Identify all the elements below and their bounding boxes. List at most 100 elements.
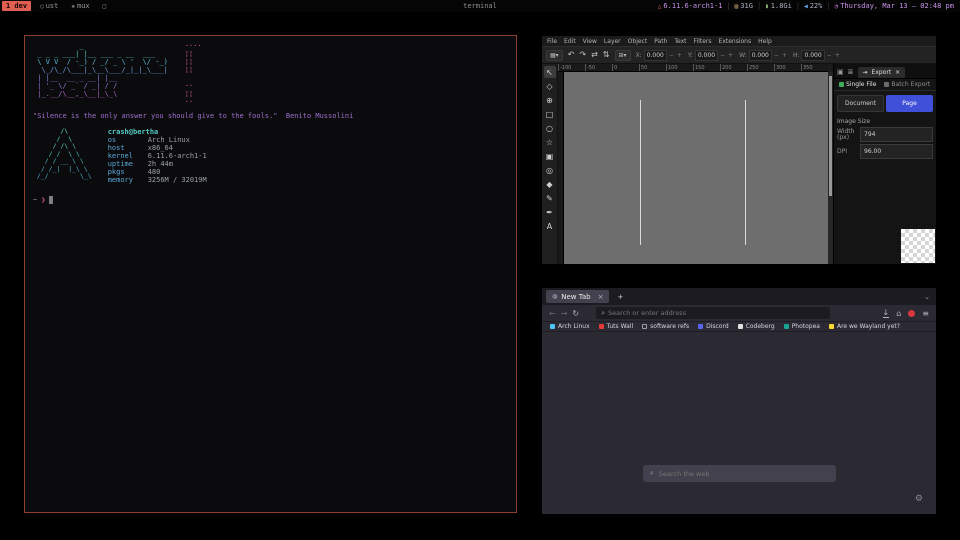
stepper-minus[interactable]: − (826, 52, 833, 59)
menu-layer[interactable]: Layer (604, 38, 621, 45)
export-panel: ▣ ≣ ⇥ Export × Single File Batch Export (833, 64, 936, 264)
bookmark-item[interactable]: Discord (698, 323, 729, 330)
menu-icon[interactable]: ≡ (922, 309, 929, 318)
scrollbar-thumb[interactable] (829, 76, 832, 196)
menu-view[interactable]: View (583, 38, 597, 45)
bookmark-item[interactable]: Tuts Wall (599, 323, 634, 330)
stepper-minus[interactable]: − (773, 52, 780, 59)
star-tool-icon[interactable]: ☆ (544, 136, 556, 148)
ruler-label: 350 (801, 64, 828, 71)
dpi-input[interactable] (860, 144, 933, 159)
new-tab-button[interactable]: + (617, 293, 623, 301)
stepper-plus[interactable]: + (727, 52, 734, 59)
page-button[interactable]: Page (886, 95, 933, 112)
bookmark-label: Discord (706, 323, 729, 330)
ruler-label: 300 (774, 64, 801, 71)
export-tab[interactable]: ⇥ Export × (858, 67, 906, 78)
terminal-window[interactable]: _ ···· _ _ _ ___| |__ ___ _ __ ___ ¦¦ \ … (24, 35, 517, 513)
export-tab-label: Export (872, 69, 892, 76)
batch-export-tab[interactable]: Batch Export (881, 80, 933, 89)
rectangle-tool-icon[interactable]: □ (544, 108, 556, 120)
browser-tab-bar: ◍ New Tab × + ⌄ (542, 288, 936, 305)
zoom-tool-icon[interactable]: ⊕ (544, 94, 556, 106)
inkscape-window[interactable]: File Edit View Layer Object Path Text Filters Ex… (542, 36, 936, 264)
separator: | (757, 2, 761, 10)
menu-edit[interactable]: Edit (564, 38, 576, 45)
fetch-row: osArch Linux (108, 136, 207, 144)
fill-tool-icon[interactable]: ◆ (544, 178, 556, 190)
extensions-icon[interactable]: ⌂ (896, 309, 901, 318)
menu-object[interactable]: Object (628, 38, 648, 45)
workspace-item[interactable]: □ (99, 1, 111, 11)
inkscape-canvas[interactable] (564, 72, 828, 264)
disk-segment: ▤31G (735, 2, 753, 10)
web-search-box[interactable]: ⌕ (643, 465, 836, 482)
active-tab[interactable]: ◍ New Tab × (546, 290, 609, 303)
favicon (738, 324, 743, 329)
adblock-icon[interactable] (908, 310, 915, 317)
newtab-settings-gear-icon[interactable]: ⚙ (915, 494, 923, 504)
menu-help[interactable]: Help (758, 38, 772, 45)
field-value[interactable]: 0.000 (644, 50, 667, 61)
menu-text[interactable]: Text (674, 38, 686, 45)
flip-vertical-icon[interactable]: ⇅ (603, 51, 610, 59)
document-button[interactable]: Document (837, 95, 884, 112)
menu-path[interactable]: Path (654, 38, 667, 45)
downloads-icon[interactable]: ↓ (883, 308, 890, 318)
selector-tool-icon[interactable]: ↖ (544, 66, 556, 78)
browser-window[interactable]: ◍ New Tab × + ⌄ ← → ↻ ⌕ ↓ ⌂ ≡ Arch Linux… (542, 288, 936, 514)
export-tab-close-icon[interactable]: × (895, 69, 900, 76)
menu-file[interactable]: File (547, 38, 557, 45)
stepper-minus[interactable]: − (668, 52, 675, 59)
tab-overflow-chevron-icon[interactable]: ⌄ (924, 293, 930, 301)
art-line: | '_ \/ _` / _| / / ·· (33, 82, 193, 90)
pencil-tool-icon[interactable]: ✎ (544, 192, 556, 204)
bookmark-item[interactable]: Codeberg (738, 323, 775, 330)
menu-filters[interactable]: Filters (694, 38, 712, 45)
width-input[interactable] (860, 127, 933, 142)
bookmark-item[interactable]: Photopea (784, 323, 820, 330)
single-file-tab[interactable]: Single File (836, 80, 879, 89)
box3d-tool-icon[interactable]: ▣ (544, 150, 556, 162)
field-value[interactable]: 0.000 (801, 50, 824, 61)
snap-dropdown-icon[interactable]: ⊞▾ (615, 50, 631, 61)
export-scope: Document Page (837, 95, 933, 112)
node-tool-icon[interactable]: ◇ (544, 80, 556, 92)
stepper-plus[interactable]: + (676, 52, 683, 59)
terminal-cursor (49, 196, 53, 204)
menu-extensions[interactable]: Extensions (719, 38, 752, 45)
ellipse-tool-icon[interactable]: ○ (544, 122, 556, 134)
field-value[interactable]: 0.000 (695, 50, 718, 61)
workspace-item[interactable]: ○ust (36, 1, 62, 11)
rotate-ccw-icon[interactable]: ↶ (568, 51, 575, 59)
h-field: H:0.000−+ (793, 50, 841, 61)
url-bar[interactable]: ⌕ (596, 307, 830, 319)
quote-text: "Silence is the only answer you should g… (33, 112, 277, 120)
web-search-input[interactable] (659, 470, 829, 478)
bookmark-item[interactable]: Are we Wayland yet? (829, 323, 900, 330)
fetch-key: pkgs (108, 168, 148, 176)
stepper-minus[interactable]: − (719, 52, 726, 59)
url-input[interactable] (608, 309, 825, 317)
calligraphy-tool-icon[interactable]: ✒ (544, 206, 556, 218)
field-value[interactable]: 0.000 (749, 50, 772, 61)
bookmark-item[interactable]: software refs (642, 323, 689, 330)
grid-dropdown-icon[interactable]: ▦▾ (546, 50, 563, 61)
shell-prompt[interactable]: ~❯ (33, 196, 508, 204)
stepper-plus[interactable]: + (781, 52, 788, 59)
workspace-item[interactable]: ❖mux (67, 1, 93, 11)
forward-icon[interactable]: → (561, 309, 568, 318)
bookmark-item[interactable]: Arch Linux (550, 323, 590, 330)
back-icon[interactable]: ← (549, 309, 556, 318)
layers-panel-icon[interactable]: ≣ (848, 68, 854, 78)
flip-horizontal-icon[interactable]: ⇄ (591, 51, 598, 59)
stepper-plus[interactable]: + (834, 52, 841, 59)
text-tool-icon[interactable]: A (544, 220, 556, 232)
separator: | (726, 2, 730, 10)
tab-close-icon[interactable]: × (598, 293, 604, 301)
rotate-cw-icon[interactable]: ↷ (579, 51, 586, 59)
reload-icon[interactable]: ↻ (572, 309, 579, 318)
objects-panel-icon[interactable]: ▣ (837, 68, 844, 78)
workspace-item[interactable]: 1 dev (2, 1, 31, 11)
spiral-tool-icon[interactable]: ◎ (544, 164, 556, 176)
